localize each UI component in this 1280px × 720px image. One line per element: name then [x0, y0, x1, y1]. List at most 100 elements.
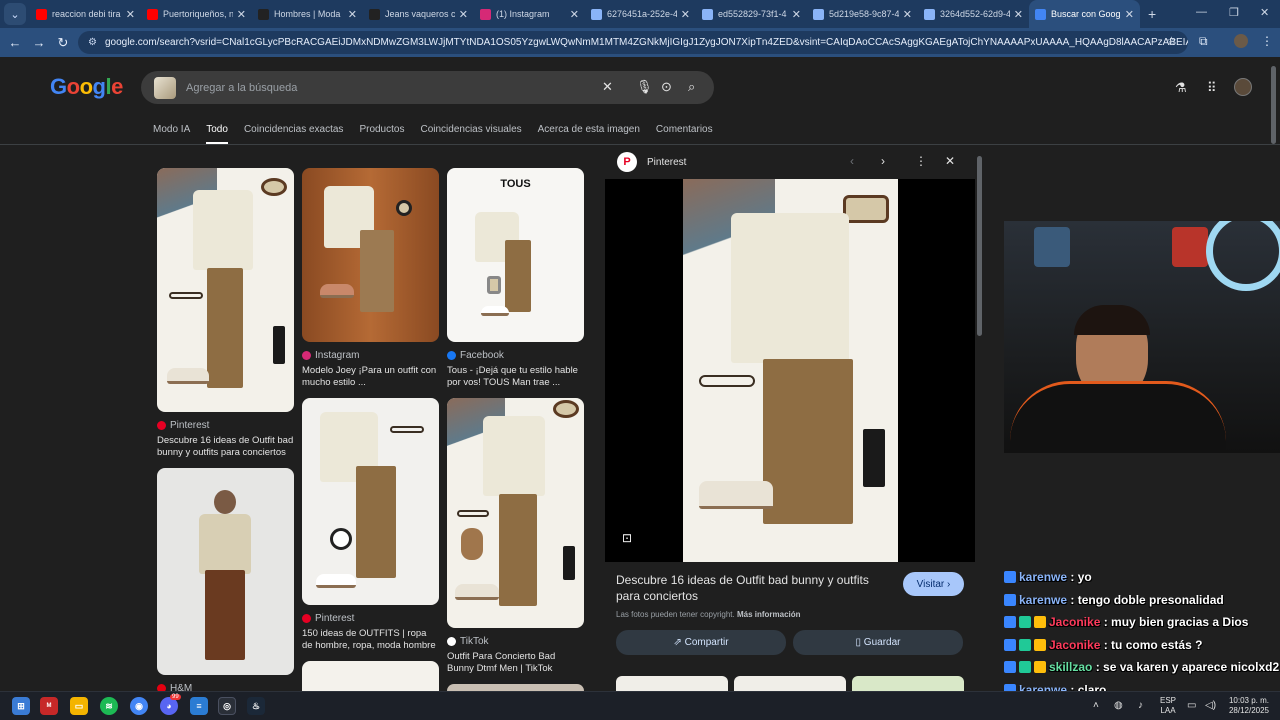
result-card[interactable]: Pinterest Descubre 16 ideas de Outfit ba…: [157, 168, 294, 460]
result-thumbnail[interactable]: [302, 168, 439, 342]
notepad-icon[interactable]: ≡: [190, 697, 208, 715]
related-thumbnail[interactable]: [852, 676, 964, 691]
bookmark-star-icon[interactable]: ☆: [1166, 34, 1177, 48]
close-tab-icon[interactable]: ✕: [348, 8, 357, 21]
language-indicator[interactable]: ESP LAA: [1160, 696, 1176, 715]
chat-username[interactable]: Jaconike: [1049, 638, 1100, 652]
result-caption[interactable]: 150 ideas de OUTFITS | ropa de hombre, r…: [302, 628, 439, 653]
steam-icon[interactable]: ♨: [247, 697, 265, 715]
close-tab-icon[interactable]: ✕: [1125, 8, 1134, 21]
file-explorer-icon[interactable]: ▭: [70, 697, 88, 715]
more-info-link[interactable]: Más información: [737, 610, 801, 619]
preview-image[interactable]: ⊡: [605, 179, 975, 562]
browser-tab[interactable]: 6276451a-252e-4 ✕: [585, 0, 696, 28]
browser-tab[interactable]: 3264d552-62d9-4 ✕: [918, 0, 1029, 28]
browser-tab[interactable]: Hombres | Moda ✕: [252, 0, 363, 28]
apps-grid-icon[interactable]: ⠿: [1207, 80, 1217, 96]
chat-username[interactable]: karenwe: [1019, 570, 1067, 584]
search-tab[interactable]: Todo: [206, 124, 228, 144]
search-icon[interactable]: ⌕: [688, 79, 695, 95]
query-image-thumbnail[interactable]: [154, 76, 176, 99]
chat-username[interactable]: karenwe: [1019, 593, 1067, 607]
previous-icon[interactable]: ‹: [850, 154, 854, 168]
obs-icon[interactable]: ◎: [218, 697, 236, 715]
result-thumbnail[interactable]: [157, 468, 294, 675]
browser-tab[interactable]: 5d219e58-9c87-4 ✕: [807, 0, 918, 28]
next-icon[interactable]: ›: [881, 154, 885, 168]
result-caption[interactable]: Tous - ¡Dejá que tu estilo hable por vos…: [447, 365, 584, 390]
result-card[interactable]: H&M: [157, 468, 294, 694]
close-window-icon[interactable]: ✕: [1260, 6, 1269, 19]
labs-flask-icon[interactable]: ⚗: [1175, 80, 1187, 96]
browser-menu-icon[interactable]: ⋮: [1261, 34, 1273, 48]
tray-app-icon[interactable]: ◍: [1114, 700, 1123, 712]
back-icon[interactable]: ←: [3, 35, 27, 50]
result-card[interactable]: TOUS Facebook Tous - ¡Dejá que tu estilo…: [447, 168, 584, 390]
close-tab-icon[interactable]: ✕: [126, 8, 135, 21]
result-card[interactable]: TikTok Outfit Para Concierto Bad Bunny D…: [447, 398, 584, 676]
result-thumbnail[interactable]: [157, 168, 294, 412]
new-tab-button[interactable]: +: [1148, 6, 1156, 22]
browser-tab[interactable]: (1) Instagram ✕: [474, 0, 585, 28]
meister-app-icon[interactable]: M: [40, 697, 58, 715]
close-tab-icon[interactable]: ✕: [903, 8, 912, 21]
share-button[interactable]: ⇗ Compartir: [616, 630, 786, 655]
close-tab-icon[interactable]: ✕: [237, 8, 246, 21]
result-thumbnail[interactable]: [302, 661, 439, 691]
close-tab-icon[interactable]: ✕: [459, 8, 468, 21]
visit-button[interactable]: Visitar ›: [903, 572, 964, 596]
clear-icon[interactable]: ✕: [602, 79, 613, 95]
chat-username[interactable]: skillzao: [1049, 660, 1092, 674]
minimize-icon[interactable]: —: [1196, 6, 1207, 18]
browser-tab[interactable]: Buscar con Goog ✕: [1029, 0, 1140, 28]
google-logo[interactable]: Google: [50, 74, 123, 100]
close-tab-icon[interactable]: ✕: [792, 8, 801, 21]
search-tab[interactable]: Productos: [359, 124, 404, 144]
result-caption[interactable]: Descubre 16 ideas de Outfit bad bunny y …: [157, 435, 294, 460]
search-tab[interactable]: Comentarios: [656, 124, 713, 144]
search-tab[interactable]: Coincidencias visuales: [420, 124, 521, 144]
more-options-icon[interactable]: ⋮: [915, 154, 927, 168]
lens-icon[interactable]: ⊙: [661, 79, 672, 95]
search-tab[interactable]: Modo IA: [153, 124, 190, 144]
tab-search-button[interactable]: ⌄: [4, 3, 26, 25]
browser-tab[interactable]: ed552829-73f1-4 ✕: [696, 0, 807, 28]
profile-avatar[interactable]: [1234, 34, 1248, 48]
result-caption[interactable]: Modelo Joey ¡Para un outfit con mucho es…: [302, 365, 439, 390]
panel-scrollbar[interactable]: [977, 156, 982, 336]
close-tab-icon[interactable]: ✕: [1014, 8, 1023, 21]
chrome-icon[interactable]: ◉: [130, 697, 148, 715]
browser-tab[interactable]: Puertoriqueños, n ✕: [141, 0, 252, 28]
volume-icon[interactable]: ◁): [1205, 700, 1216, 712]
result-thumbnail[interactable]: [302, 398, 439, 605]
microphone-tray-icon[interactable]: ♪: [1138, 700, 1143, 712]
result-card[interactable]: Pinterest 150 ideas de OUTFITS | ropa de…: [302, 398, 439, 653]
browser-tab[interactable]: reaccion debi tira ✕: [30, 0, 141, 28]
related-thumbnail[interactable]: [734, 676, 846, 691]
lens-search-icon[interactable]: ⊡: [622, 531, 632, 545]
search-tab[interactable]: Coincidencias exactas: [244, 124, 344, 144]
close-tab-icon[interactable]: ✕: [570, 8, 579, 21]
result-thumbnail[interactable]: [447, 684, 584, 691]
browser-tab[interactable]: Jeans vaqueros co ✕: [363, 0, 474, 28]
related-thumbnail[interactable]: [616, 676, 728, 691]
result-thumbnail[interactable]: [447, 398, 584, 628]
close-panel-icon[interactable]: ✕: [945, 154, 955, 168]
search-input[interactable]: [186, 81, 586, 94]
close-tab-icon[interactable]: ✕: [681, 8, 690, 21]
page-scrollbar[interactable]: [1271, 66, 1276, 144]
network-icon[interactable]: ▭: [1187, 700, 1196, 712]
account-avatar[interactable]: [1234, 78, 1252, 96]
panel-title[interactable]: Descubre 16 ideas de Outfit bad bunny y …: [616, 572, 886, 604]
result-thumbnail[interactable]: TOUS: [447, 168, 584, 342]
forward-icon[interactable]: →: [27, 35, 51, 50]
search-tab[interactable]: Acerca de esta imagen: [538, 124, 640, 144]
maximize-icon[interactable]: ❐: [1229, 6, 1239, 19]
clock[interactable]: 10:03 p. m. 28/12/2025: [1226, 696, 1272, 715]
reload-icon[interactable]: ↻: [51, 35, 75, 51]
result-caption[interactable]: Outfit Para Concierto Bad Bunny Dtmf Men…: [447, 651, 584, 676]
panel-site-name[interactable]: Pinterest: [647, 157, 686, 168]
tray-chevron-icon[interactable]: ˄: [1093, 700, 1099, 712]
microphone-icon[interactable]: 🎙: [636, 79, 653, 95]
windows-start-icon[interactable]: ⊞: [12, 697, 30, 715]
